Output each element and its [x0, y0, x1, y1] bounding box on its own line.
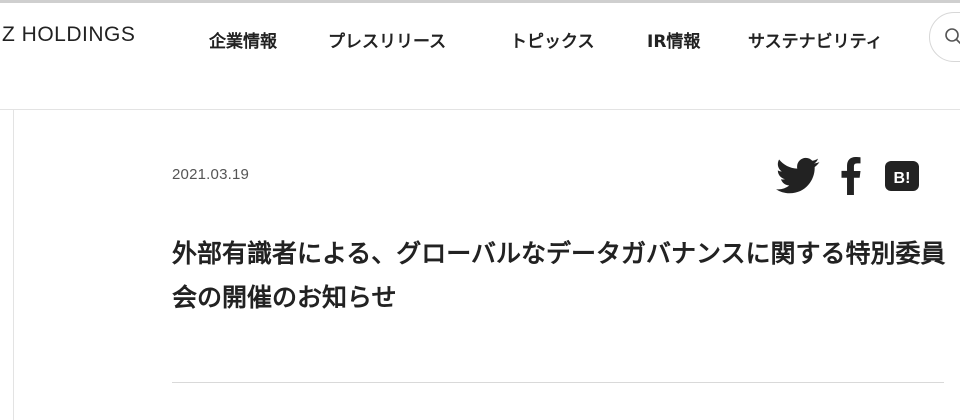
article-date: 2021.03.19 — [172, 166, 250, 183]
search-button[interactable] — [929, 12, 960, 62]
article-title: 外部有識者による、グローバルなデータガバナンスに関する特別委員会の開催のお知らせ — [172, 239, 946, 312]
share-hatena-button[interactable]: B! — [884, 157, 920, 195]
article-divider — [172, 382, 944, 383]
site-logo[interactable]: Z HOLDINGS — [2, 23, 135, 47]
site-header: Z HOLDINGS 企業情報 プレスリリース トピックス IR情報 サステナビ… — [0, 3, 960, 110]
content-left-rule — [13, 110, 14, 420]
share-twitter-button[interactable] — [776, 157, 820, 195]
nav-item-ir-info[interactable]: IR情報 — [647, 27, 700, 52]
search-icon — [945, 28, 960, 45]
nav-item-corporate-info[interactable]: 企業情報 — [209, 27, 277, 52]
hatena-bookmark-icon: B! — [885, 161, 919, 191]
svg-text:B!: B! — [894, 170, 911, 187]
twitter-icon — [776, 157, 820, 194]
nav-item-press-release[interactable]: プレスリリース — [328, 27, 446, 52]
nav-item-topics[interactable]: トピックス — [510, 27, 595, 52]
facebook-icon — [841, 157, 861, 195]
share-facebook-button[interactable] — [841, 157, 861, 195]
nav-item-sustainability[interactable]: サステナビリティ — [748, 27, 883, 52]
